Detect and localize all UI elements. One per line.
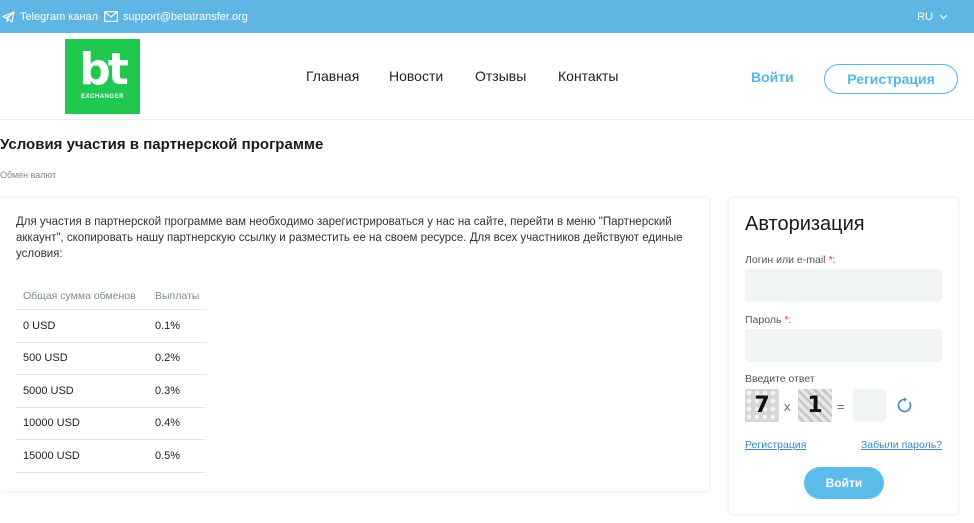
- login-link[interactable]: Войти: [751, 69, 794, 85]
- login-field-label: Логин или e-mail *:: [745, 254, 835, 266]
- password-label-text: Пароль: [745, 314, 782, 326]
- support-email-link[interactable]: support@betatransfer.org: [104, 0, 248, 33]
- table-header-row: Общая сумма обменов Выплаты: [16, 283, 207, 310]
- intro-text: Для участия в партнерской программе вам …: [16, 216, 683, 260]
- login-label-text: Логин или e-mail: [745, 254, 826, 266]
- chevron-down-icon: [939, 14, 948, 19]
- table-cell-payout: 0.2%: [148, 342, 207, 375]
- support-email-label: support@betatransfer.org: [123, 10, 248, 23]
- login-submit-button[interactable]: Войти: [804, 467, 884, 499]
- telegram-label: Telegram канал: [20, 10, 99, 23]
- nav-news-label[interactable]: Новости: [389, 68, 443, 84]
- page-title: Условия участия в партнерской программе: [0, 136, 324, 153]
- logo[interactable]: bt EXCHANGER: [65, 39, 140, 114]
- telegram-link[interactable]: Telegram канал: [2, 0, 98, 33]
- partner-terms-card: Для участия в партнерской программе вам …: [0, 198, 709, 491]
- logo-mark: bt: [79, 44, 129, 95]
- table-row: 5000 USD 0.3%: [16, 374, 207, 408]
- register-link[interactable]: Регистрация: [745, 439, 806, 451]
- table-cell-total: 5000 USD: [16, 374, 148, 408]
- language-selector[interactable]: RU: [917, 0, 948, 33]
- captcha-operator: x: [784, 399, 791, 414]
- label-colon: :: [832, 254, 836, 266]
- nav-item-news[interactable]: Новости: [389, 33, 443, 119]
- table-cell-payout: 0.5%: [148, 439, 207, 473]
- top-bar: Telegram канал support@betatransfer.org …: [0, 0, 974, 33]
- auth-card: Авторизация Логин или e-mail *: Пароль *…: [729, 198, 958, 514]
- column-header-total: Общая сумма обменов: [16, 283, 148, 310]
- envelope-icon: [104, 11, 118, 22]
- table-cell-total: 15000 USD: [16, 439, 148, 473]
- payout-table: Общая сумма обменов Выплаты 0 USD 0.1% 5…: [16, 283, 207, 473]
- nav-item-home[interactable]: Главная: [306, 33, 359, 119]
- column-header-payout: Выплаты: [148, 283, 207, 310]
- breadcrumb[interactable]: Обмен валют: [0, 170, 56, 180]
- table-cell-total: 0 USD: [16, 309, 148, 343]
- table-cell-payout: 0.4%: [148, 407, 207, 440]
- telegram-icon: [2, 10, 15, 23]
- table-row: 0 USD 0.1%: [16, 309, 207, 343]
- password-input[interactable]: [745, 329, 942, 362]
- captcha-equals: =: [837, 399, 845, 414]
- refresh-icon[interactable]: [896, 397, 913, 414]
- auth-title: Авторизация: [745, 213, 865, 235]
- table-row: 15000 USD 0.5%: [16, 439, 207, 473]
- password-field-label: Пароль *:: [745, 314, 791, 326]
- captcha-digit-a: 7: [745, 389, 779, 422]
- captcha-digit-b: 1: [798, 389, 832, 422]
- table-cell-payout: 0.1%: [148, 309, 207, 343]
- label-colon: :: [788, 314, 792, 326]
- table-cell-total: 10000 USD: [16, 407, 148, 440]
- site-header: bt EXCHANGER Главная Новости Отзывы Конт…: [0, 33, 974, 120]
- captcha-label: Введите ответ: [745, 373, 815, 385]
- nav-reviews-label[interactable]: Отзывы: [475, 68, 526, 84]
- language-label: RU: [917, 10, 933, 23]
- table-row: 500 USD 0.2%: [16, 342, 207, 375]
- nav-home-label[interactable]: Главная: [306, 68, 359, 84]
- nav-contacts-label[interactable]: Контакты: [558, 68, 618, 84]
- login-input[interactable]: [745, 269, 942, 302]
- table-cell-payout: 0.3%: [148, 374, 207, 408]
- captcha-answer-input[interactable]: [853, 389, 886, 422]
- nav-item-reviews[interactable]: Отзывы: [475, 33, 526, 119]
- table-cell-total: 500 USD: [16, 342, 148, 375]
- table-row: 10000 USD 0.4%: [16, 407, 207, 440]
- logo-subtitle: EXCHANGER: [81, 94, 124, 100]
- register-button[interactable]: Регистрация: [824, 64, 958, 94]
- nav-item-contacts[interactable]: Контакты: [558, 33, 618, 119]
- forgot-password-link[interactable]: Забыли пароль?: [861, 439, 942, 451]
